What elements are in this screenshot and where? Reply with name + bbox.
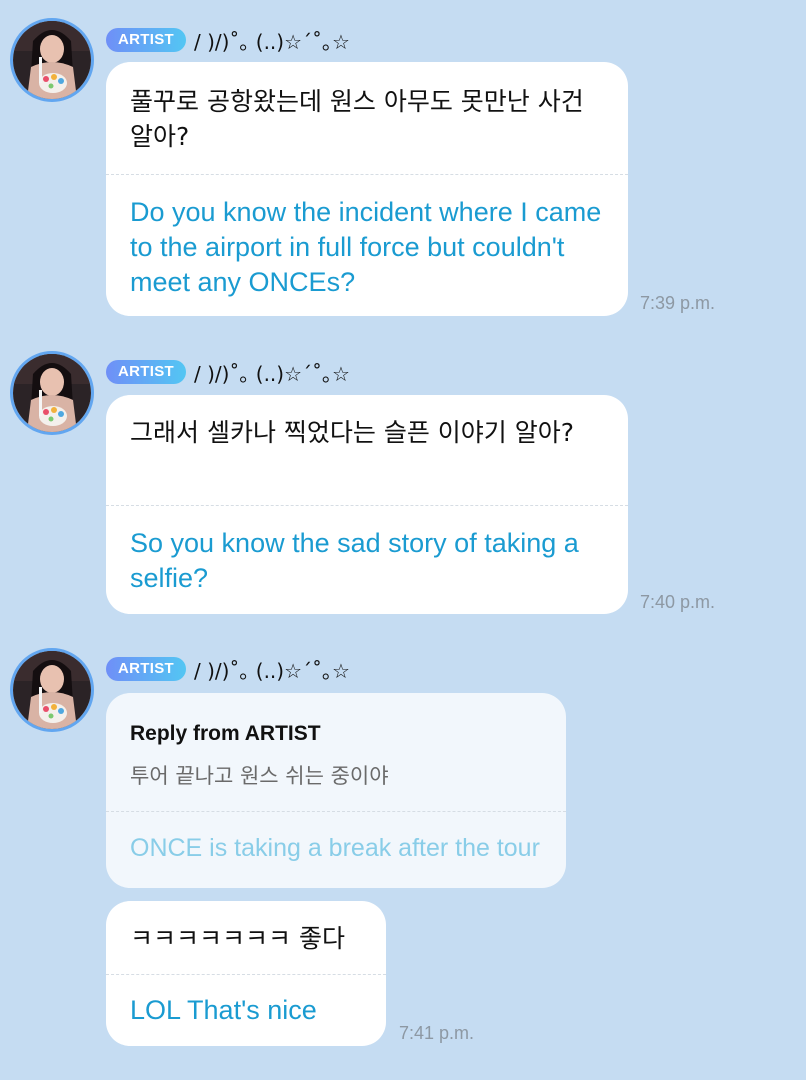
reply-english-translation: ONCE is taking a break after the tour	[130, 834, 540, 862]
message-bubble[interactable]: ㅋㅋㅋㅋㅋㅋㅋ 좋다 LOL That's nice	[106, 901, 386, 1046]
korean-text: 그래서 셀카나 찍었다는 슬픈 이야기 알아?	[130, 418, 575, 447]
english-translation: LOL That's nice	[130, 995, 317, 1025]
korean-text: 풀꾸로 공항왔는데 원스 아무도 못만난 사건 알아?	[130, 87, 584, 151]
message-bubble[interactable]: 그래서 셀카나 찍었다는 슬픈 이야기 알아? So you know the …	[106, 395, 628, 614]
english-translation: So you know the sad story of taking a se…	[130, 528, 579, 593]
artist-badge: ARTIST	[106, 28, 186, 52]
sender-header: ARTIST / )/)˚｡ (..)☆´˚｡☆	[106, 27, 350, 54]
message-timestamp: 7:40 p.m.	[640, 592, 716, 612]
artist-avatar[interactable]	[10, 18, 94, 102]
sender-header: ARTIST / )/)˚｡ (..)☆´˚｡☆	[106, 359, 350, 386]
english-translation: Do you know the incident where I came to…	[130, 197, 602, 297]
avatar-photo-icon	[13, 21, 91, 99]
sender-name: / )/)˚｡ (..)☆´˚｡☆	[193, 29, 350, 54]
artist-avatar[interactable]	[10, 351, 94, 435]
sender-header: ARTIST / )/)˚｡ (..)☆´˚｡☆	[106, 656, 350, 683]
artist-badge: ARTIST	[106, 360, 186, 384]
reply-quote-bubble[interactable]: Reply from ARTIST 투어 끝나고 원스 쉬는 중이야 ONCE …	[106, 693, 566, 888]
translation-divider	[106, 811, 566, 812]
korean-text: ㅋㅋㅋㅋㅋㅋㅋ 좋다	[130, 924, 345, 953]
reply-korean-text: 투어 끝나고 원스 쉬는 중이야	[130, 764, 389, 788]
avatar-photo-icon	[13, 354, 91, 432]
avatar-photo-icon	[13, 651, 91, 729]
artist-avatar[interactable]	[10, 648, 94, 732]
message-bubble[interactable]: 풀꾸로 공항왔는데 원스 아무도 못만난 사건 알아? Do you know …	[106, 62, 628, 316]
reply-title: Reply from ARTIST	[130, 722, 321, 745]
sender-name: / )/)˚｡ (..)☆´˚｡☆	[193, 361, 350, 386]
sender-name: / )/)˚｡ (..)☆´˚｡☆	[193, 658, 350, 683]
message-timestamp: 7:39 p.m.	[640, 293, 716, 313]
message-timestamp: 7:41 p.m.	[399, 1023, 475, 1043]
artist-badge: ARTIST	[106, 657, 186, 681]
